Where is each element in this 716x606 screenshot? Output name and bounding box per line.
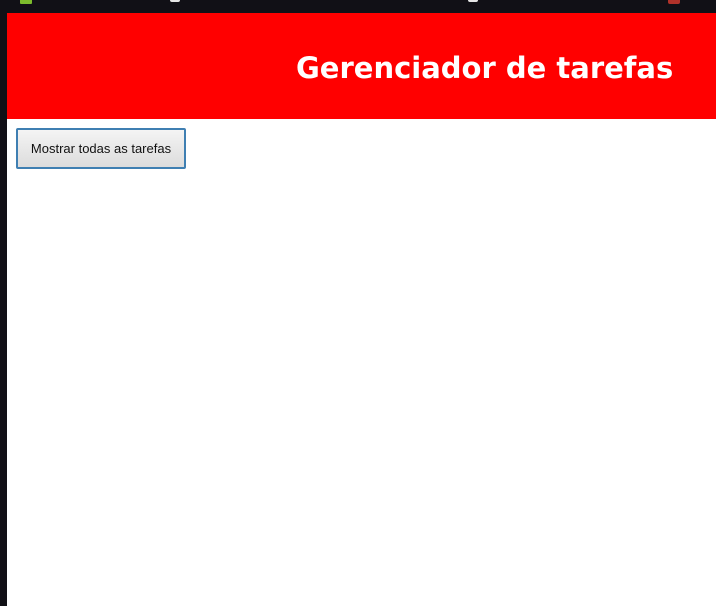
show-all-tasks-button[interactable]: Mostrar todas as tarefas — [16, 128, 186, 169]
app-window: Gerenciador de tarefas Mostrar todas as … — [7, 13, 716, 606]
window-top-bar — [0, 0, 716, 13]
close-icon[interactable] — [668, 0, 680, 4]
titlebar-glyph-icon — [170, 0, 180, 2]
app-icon — [20, 0, 32, 4]
page-title: Gerenciador de tarefas — [296, 51, 674, 85]
titlebar-glyph-icon — [468, 0, 478, 2]
screen: Gerenciador de tarefas Mostrar todas as … — [0, 0, 716, 606]
app-header: Gerenciador de tarefas — [7, 13, 716, 119]
